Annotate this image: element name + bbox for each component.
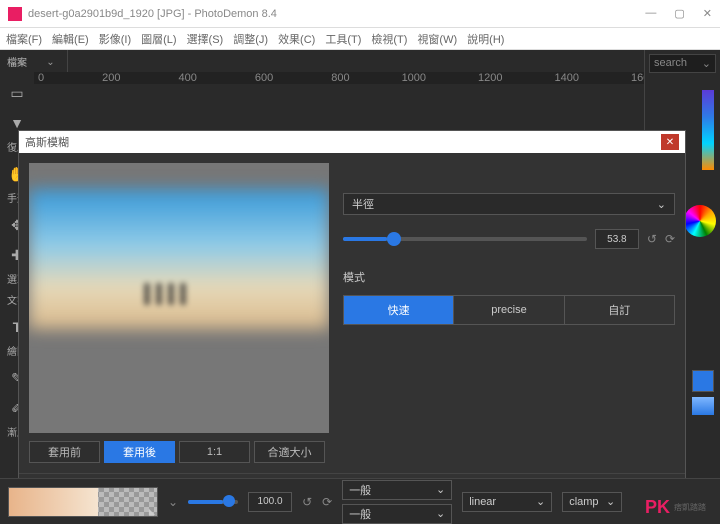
watermark-logo: PK: [645, 497, 670, 518]
preview-tab-fit[interactable]: 合適大小: [254, 441, 325, 463]
search-field[interactable]: search ⌄: [649, 54, 716, 73]
watermark-tagline: 痞凱踏踏: [674, 502, 706, 513]
window-title: desert-g0a2901b9d_1920 [JPG] - PhotoDemo…: [28, 8, 645, 20]
dialog-title-text: 高斯模糊: [25, 134, 69, 150]
color-strip[interactable]: [702, 90, 714, 170]
menu-edit[interactable]: 編輯(E): [52, 31, 89, 47]
chevron-down-icon[interactable]: ⌄: [168, 495, 178, 509]
radius-value[interactable]: 53.8: [595, 229, 639, 249]
menu-file[interactable]: 檔案(F): [6, 31, 42, 47]
color-wheel-icon[interactable]: [684, 205, 716, 237]
opacity-value[interactable]: 100.0: [248, 492, 292, 512]
dialog-close-button[interactable]: ✕: [661, 134, 679, 150]
blend-mode-1[interactable]: 一般⌄: [342, 480, 452, 500]
preview-tab-after[interactable]: 套用後: [104, 441, 175, 463]
menu-view[interactable]: 檢視(T): [371, 31, 407, 47]
opacity-slider[interactable]: [188, 500, 238, 504]
menu-tool[interactable]: 工具(T): [325, 31, 361, 47]
menu-image[interactable]: 影像(I): [99, 31, 131, 47]
radius-slider[interactable]: [343, 237, 587, 241]
reset-icon[interactable]: ↺: [647, 232, 657, 246]
dialog-titlebar: 高斯模糊 ✕: [19, 131, 685, 153]
close-button[interactable]: ✕: [703, 7, 712, 20]
watermark: PK 痞凱踏踏: [645, 497, 706, 518]
preview-tab-before[interactable]: 套用前: [29, 441, 100, 463]
parameter-dropdown[interactable]: 半徑 ⌄: [343, 193, 675, 215]
mode-segmented: 快速 precise 自訂: [343, 295, 675, 325]
gradient-swatch[interactable]: [692, 397, 714, 415]
chevron-down-icon: ⌄: [436, 483, 445, 496]
menu-adjust[interactable]: 調整(J): [233, 31, 268, 47]
menu-layer[interactable]: 圖層(L): [141, 31, 176, 47]
mode-label: 模式: [343, 269, 675, 285]
chevron-down-icon: ⌄: [436, 507, 445, 520]
file-tab-collapse[interactable]: ⌄: [34, 50, 68, 74]
horizontal-ruler: 0 200 400 600 800 1000 1200 1400 1600 18…: [34, 72, 644, 84]
gradient-wrap[interactable]: clamp⌄: [562, 492, 622, 512]
gaussian-blur-dialog: 高斯模糊 ✕ 套用前 套用後 1:1 合適大小: [18, 130, 686, 512]
window-titlebar: desert-g0a2901b9d_1920 [JPG] - PhotoDemo…: [0, 0, 720, 28]
blend-mode-2[interactable]: 一般⌄: [342, 504, 452, 524]
mode-precise[interactable]: precise: [454, 296, 564, 324]
preview-tab-1to1[interactable]: 1:1: [179, 441, 250, 463]
search-placeholder: search: [654, 57, 687, 70]
left-rail-title: 檔案: [7, 54, 27, 69]
foreground-swatch[interactable]: [692, 370, 714, 392]
stepper-icon[interactable]: ⟳: [665, 232, 675, 246]
gradient-shape[interactable]: linear⌄: [462, 492, 552, 512]
tool-options-bar: ⌄ 100.0 ↺ ⟳ 一般⌄ 一般⌄ linear⌄ clamp⌄ PK 痞凱…: [0, 478, 720, 524]
mode-custom[interactable]: 自訂: [565, 296, 674, 324]
gradient-preview[interactable]: [8, 487, 158, 517]
menu-help[interactable]: 說明(H): [467, 31, 504, 47]
minimize-button[interactable]: —: [645, 7, 656, 20]
chevron-down-icon: ⌄: [606, 495, 615, 508]
reset-icon[interactable]: ↺: [302, 495, 312, 509]
parameter-label: 半徑: [352, 196, 374, 212]
chevron-down-icon: ⌄: [657, 198, 666, 211]
app-icon: [8, 7, 22, 21]
open-icon[interactable]: ▭: [7, 83, 27, 103]
chevron-down-icon: ⌄: [536, 495, 545, 508]
menu-window[interactable]: 視窗(W): [417, 31, 457, 47]
effect-preview: [29, 163, 329, 433]
menu-select[interactable]: 選擇(S): [187, 31, 224, 47]
mode-fast[interactable]: 快速: [344, 296, 454, 324]
stepper-icon[interactable]: ⟳: [322, 495, 332, 509]
menu-effect[interactable]: 效果(C): [278, 31, 315, 47]
maximize-button[interactable]: ▢: [674, 7, 684, 20]
menu-bar: 檔案(F) 編輯(E) 影像(I) 圖層(L) 選擇(S) 調整(J) 效果(C…: [0, 28, 720, 50]
chevron-down-icon: ⌄: [702, 57, 711, 70]
